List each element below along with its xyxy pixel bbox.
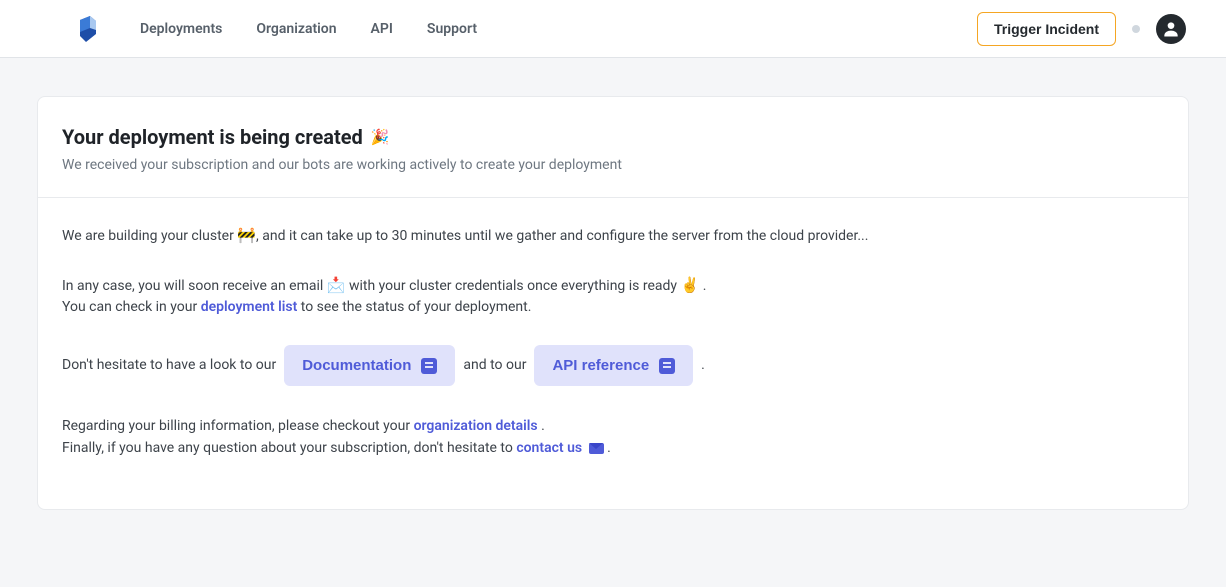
envelope-icon <box>589 443 604 454</box>
nav-support[interactable]: Support <box>427 21 477 37</box>
party-popper-icon: 🎉 <box>371 128 390 146</box>
email-icon: 📩 <box>327 276 346 294</box>
page-subtitle: We received your subscription and our bo… <box>62 157 1164 173</box>
construction-icon: 🚧 <box>237 226 256 244</box>
person-icon <box>1161 19 1181 39</box>
logo-icon <box>76 16 100 42</box>
book-icon <box>421 358 437 374</box>
organization-details-link[interactable]: organization details <box>414 418 538 434</box>
book-icon <box>659 358 675 374</box>
trigger-incident-button[interactable]: Trigger Incident <box>977 12 1116 46</box>
topbar: Deployments Organization API Support Tri… <box>0 0 1226 58</box>
main-card: Your deployment is being created 🎉 We re… <box>37 96 1189 510</box>
billing-info-text: Regarding your billing information, plea… <box>62 416 1164 459</box>
avatar[interactable] <box>1156 14 1186 44</box>
doc-end-text: . <box>701 355 705 377</box>
page-title: Your deployment is being created 🎉 <box>62 125 1164 149</box>
email-info-text: In any case, you will soon receive an em… <box>62 274 1164 319</box>
nav-api[interactable]: API <box>371 21 393 37</box>
victory-hand-icon: ✌️ <box>681 276 700 294</box>
card-header: Your deployment is being created 🎉 We re… <box>38 97 1188 197</box>
api-reference-button[interactable]: API reference <box>534 345 693 386</box>
topbar-right: Trigger Incident <box>977 12 1186 46</box>
nav-organization[interactable]: Organization <box>256 21 336 37</box>
nav-deployments[interactable]: Deployments <box>140 21 222 37</box>
documentation-button[interactable]: Documentation <box>284 345 455 386</box>
documentation-button-label: Documentation <box>302 357 411 374</box>
doc-mid-text: and to our <box>463 355 526 377</box>
deployment-list-link[interactable]: deployment list <box>201 299 298 315</box>
main-nav: Deployments Organization API Support <box>140 21 977 37</box>
card-body: We are building your cluster 🚧, and it c… <box>38 198 1188 509</box>
doc-intro-text: Don't hesitate to have a look to our <box>62 355 276 377</box>
title-text: Your deployment is being created <box>62 125 363 149</box>
contact-us-link[interactable]: contact us <box>516 440 607 456</box>
api-reference-button-label: API reference <box>552 357 649 374</box>
building-cluster-text: We are building your cluster 🚧, and it c… <box>62 224 1164 248</box>
status-dot-icon <box>1132 25 1140 33</box>
doc-buttons-row: Don't hesitate to have a look to our Doc… <box>62 345 1164 386</box>
